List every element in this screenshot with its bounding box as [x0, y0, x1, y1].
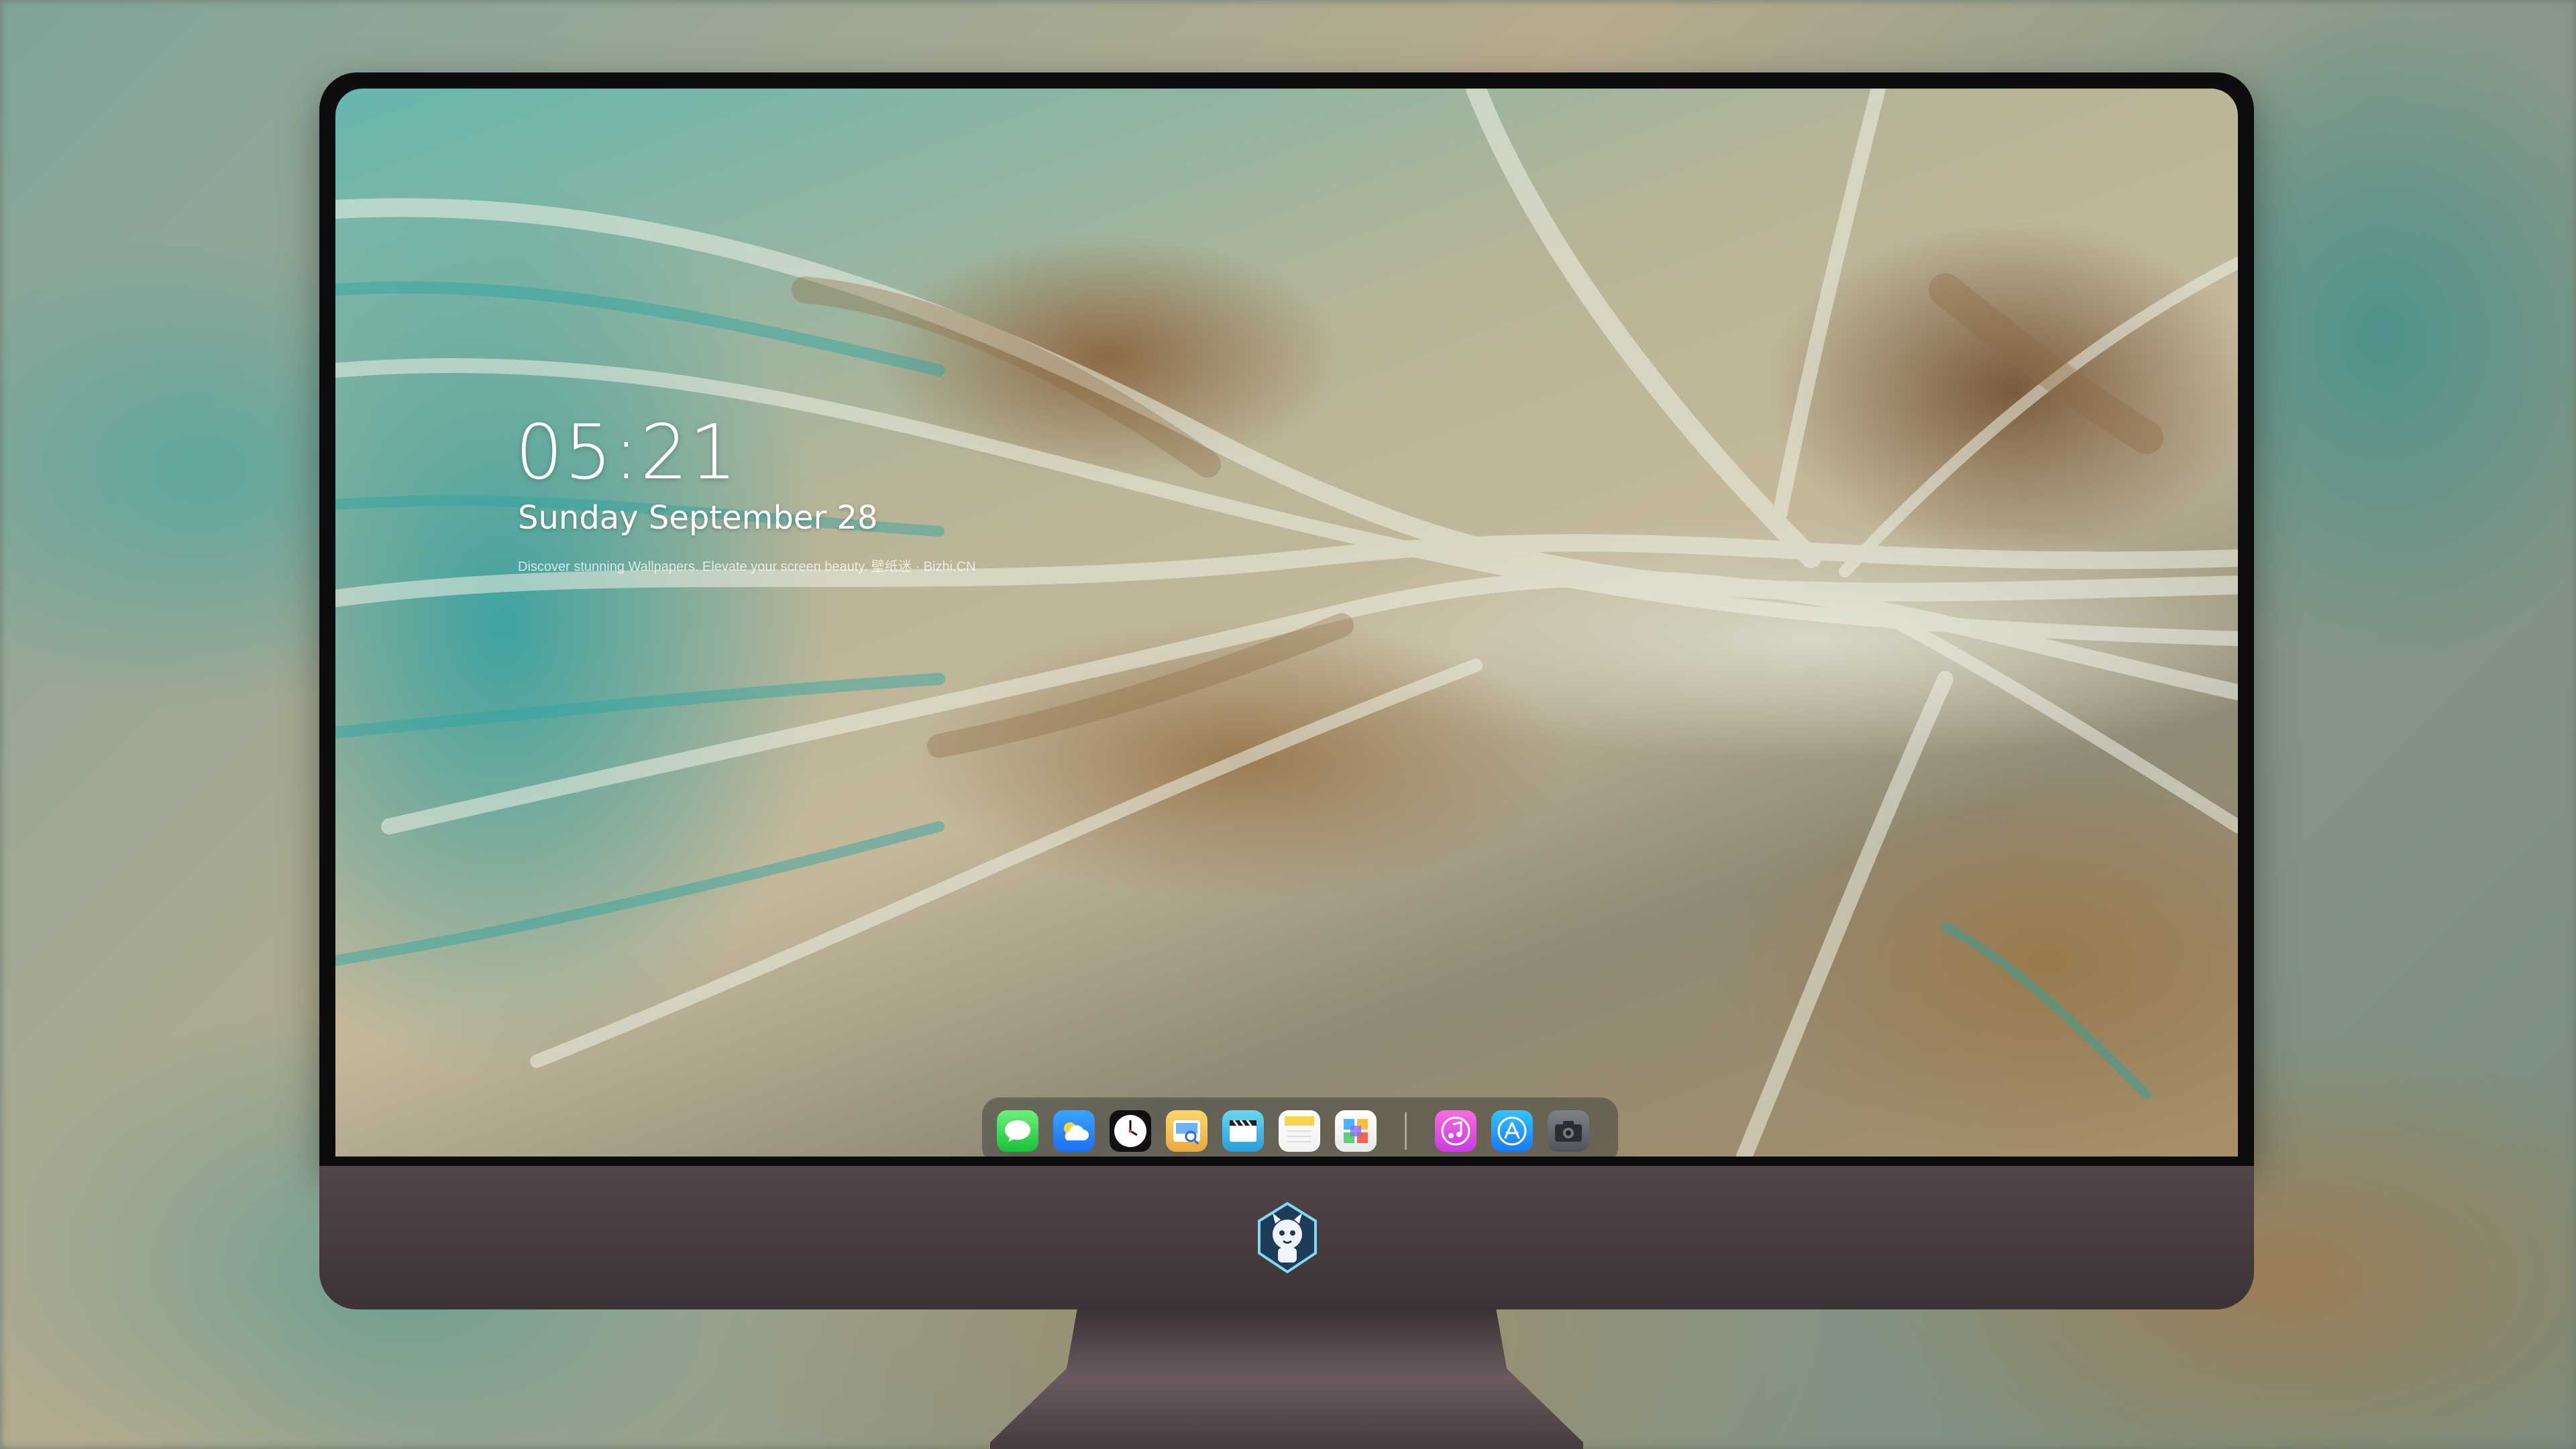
wallpaper-river-pattern [335, 89, 2238, 1157]
lockscreen-date: Sunday September 28 [518, 499, 878, 537]
monitor-chin [319, 1166, 2254, 1309]
photos-icon[interactable] [1335, 1110, 1377, 1152]
monitor: 05:21 Sunday September 28 Discover stunn… [319, 72, 2254, 1449]
monitor-stand [990, 1308, 1583, 1449]
preview-icon[interactable] [1166, 1110, 1208, 1152]
desktop-screen[interactable]: 05:21 Sunday September 28 Discover stunn… [335, 89, 2238, 1157]
camera-icon[interactable] [1548, 1110, 1589, 1152]
mascot-logo-icon [1258, 1201, 1317, 1274]
lockscreen-time: 05:21 [515, 409, 739, 496]
music-icon[interactable] [1435, 1110, 1477, 1152]
clock-icon[interactable] [1110, 1110, 1151, 1152]
lockscreen-tagline: Discover stunning Wallpapers. Elevate yo… [518, 559, 976, 574]
app-store-icon[interactable] [1491, 1110, 1533, 1152]
notes-icon[interactable] [1279, 1110, 1320, 1152]
messages-icon[interactable] [997, 1110, 1038, 1152]
video-icon[interactable] [1222, 1110, 1264, 1152]
monitor-bezel: 05:21 Sunday September 28 Discover stunn… [319, 72, 2254, 1166]
weather-icon[interactable] [1053, 1110, 1095, 1152]
dock-separator [1405, 1112, 1407, 1150]
dock [982, 1097, 1618, 1157]
